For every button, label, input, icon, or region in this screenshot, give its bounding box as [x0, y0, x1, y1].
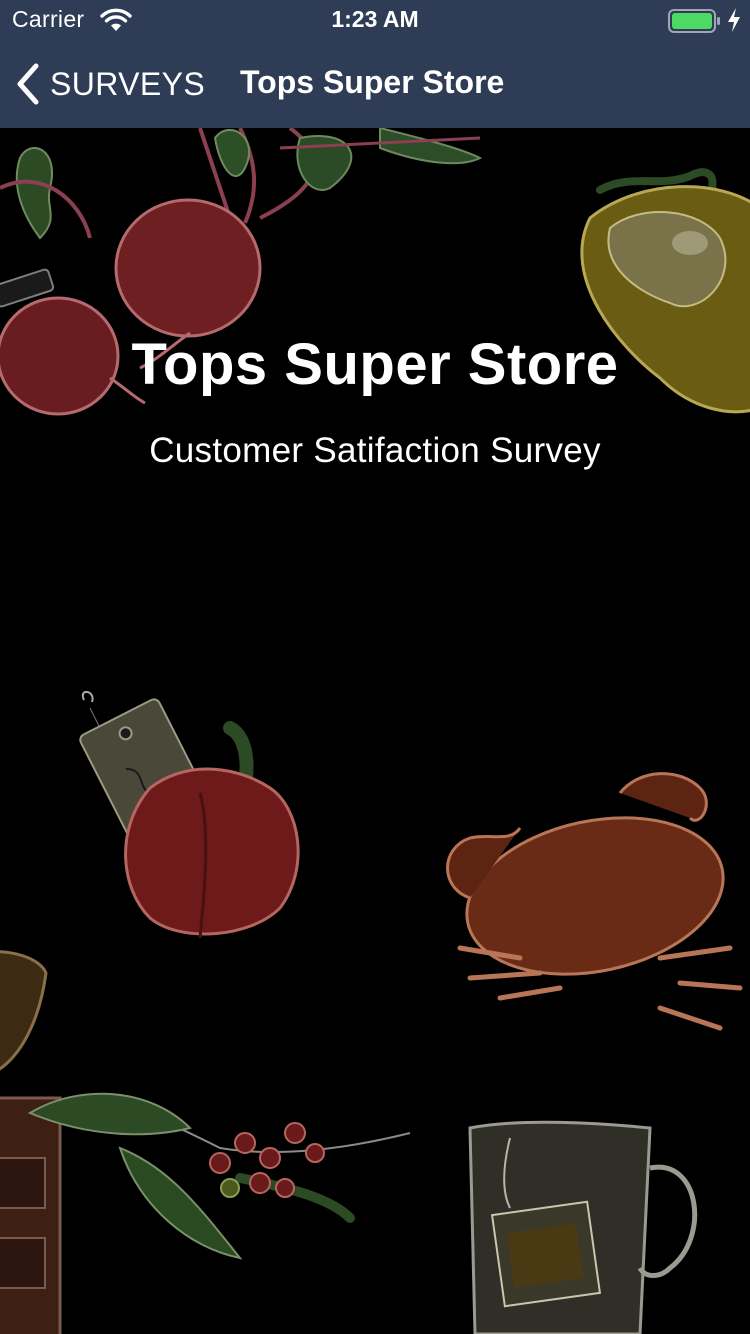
clock: 1:23 AM [331, 6, 419, 32]
top-bar: Carrier 1:23 AM SURVEYS Tops Super Store [0, 0, 750, 128]
red-pepper-illustration [79, 691, 300, 939]
back-button-label: SURVEYS [50, 65, 206, 102]
charging-bolt-icon [728, 8, 740, 32]
status-bar: Carrier 1:23 AM [0, 0, 750, 40]
navigation-bar: SURVEYS Tops Super Store [0, 40, 750, 128]
hero-title: Tops Super Store [131, 332, 619, 397]
hero-subtitle: Customer Satifaction Survey [149, 431, 601, 470]
back-button[interactable]: SURVEYS [14, 60, 205, 108]
crab-illustration [446, 772, 743, 1031]
tea-glass-illustration [468, 1120, 698, 1334]
battery-icon [668, 9, 720, 33]
nav-title: Tops Super Store [240, 64, 505, 100]
survey-cover: Tops Super Store Customer Satifaction Su… [0, 128, 750, 1334]
food-illustration-background [0, 128, 750, 1334]
coffee-branch-illustration [27, 1092, 411, 1260]
chevron-left-icon [17, 63, 39, 105]
survey-screen: Carrier 1:23 AM SURVEYS Tops Super Store… [0, 0, 750, 1334]
coffee-grinder-illustration [0, 950, 62, 1334]
